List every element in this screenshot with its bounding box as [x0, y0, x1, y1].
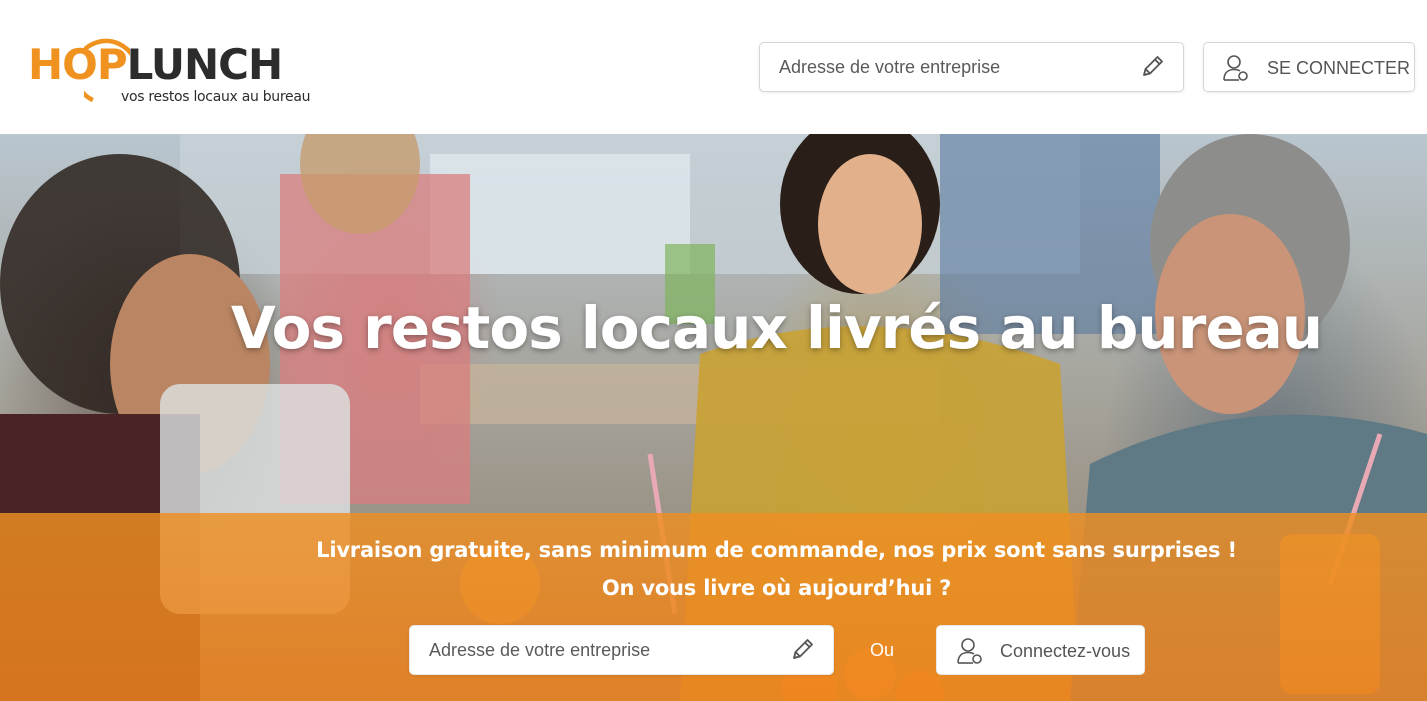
connectez-vous-button[interactable]: Connectez-vous: [936, 625, 1145, 675]
connectez-vous-label: Connectez-vous: [1000, 641, 1131, 661]
logo-tagline: vos restos locaux au bureau: [121, 89, 311, 105]
hero-tagline-line1: Livraison gratuite, sans minimum de comm…: [316, 538, 1237, 562]
header-address-field[interactable]: [759, 42, 1184, 92]
pencil-icon[interactable]: [1138, 53, 1166, 81]
hero-address-field[interactable]: [409, 625, 834, 675]
or-text: Ou: [870, 640, 895, 660]
user-icon: [1223, 55, 1248, 81]
hero-section: Vos restos locaux livrés au bureau Livra…: [0, 134, 1427, 701]
logo-hop: HOP: [28, 40, 128, 89]
se-connecter-label: SE CONNECTER: [1267, 58, 1411, 78]
header-address-input[interactable]: [760, 43, 1183, 91]
hero-tagline-line2: On vous livre où aujourd’hui ?: [601, 576, 952, 600]
site-header: HOPLUNCH vos restos locaux au bureau SE …: [0, 0, 1427, 134]
hero-address-input[interactable]: [410, 626, 833, 674]
pencil-icon[interactable]: [788, 636, 816, 664]
user-icon: [957, 638, 982, 664]
hero-title: Vos restos locaux livrés au bureau: [230, 294, 1323, 362]
se-connecter-button[interactable]: SE CONNECTER: [1203, 42, 1415, 92]
logo-wordmark: HOPLUNCH: [28, 40, 283, 89]
hoplunch-logo[interactable]: HOPLUNCH vos restos locaux au bureau: [28, 20, 328, 110]
logo-lunch: LUNCH: [126, 40, 283, 89]
